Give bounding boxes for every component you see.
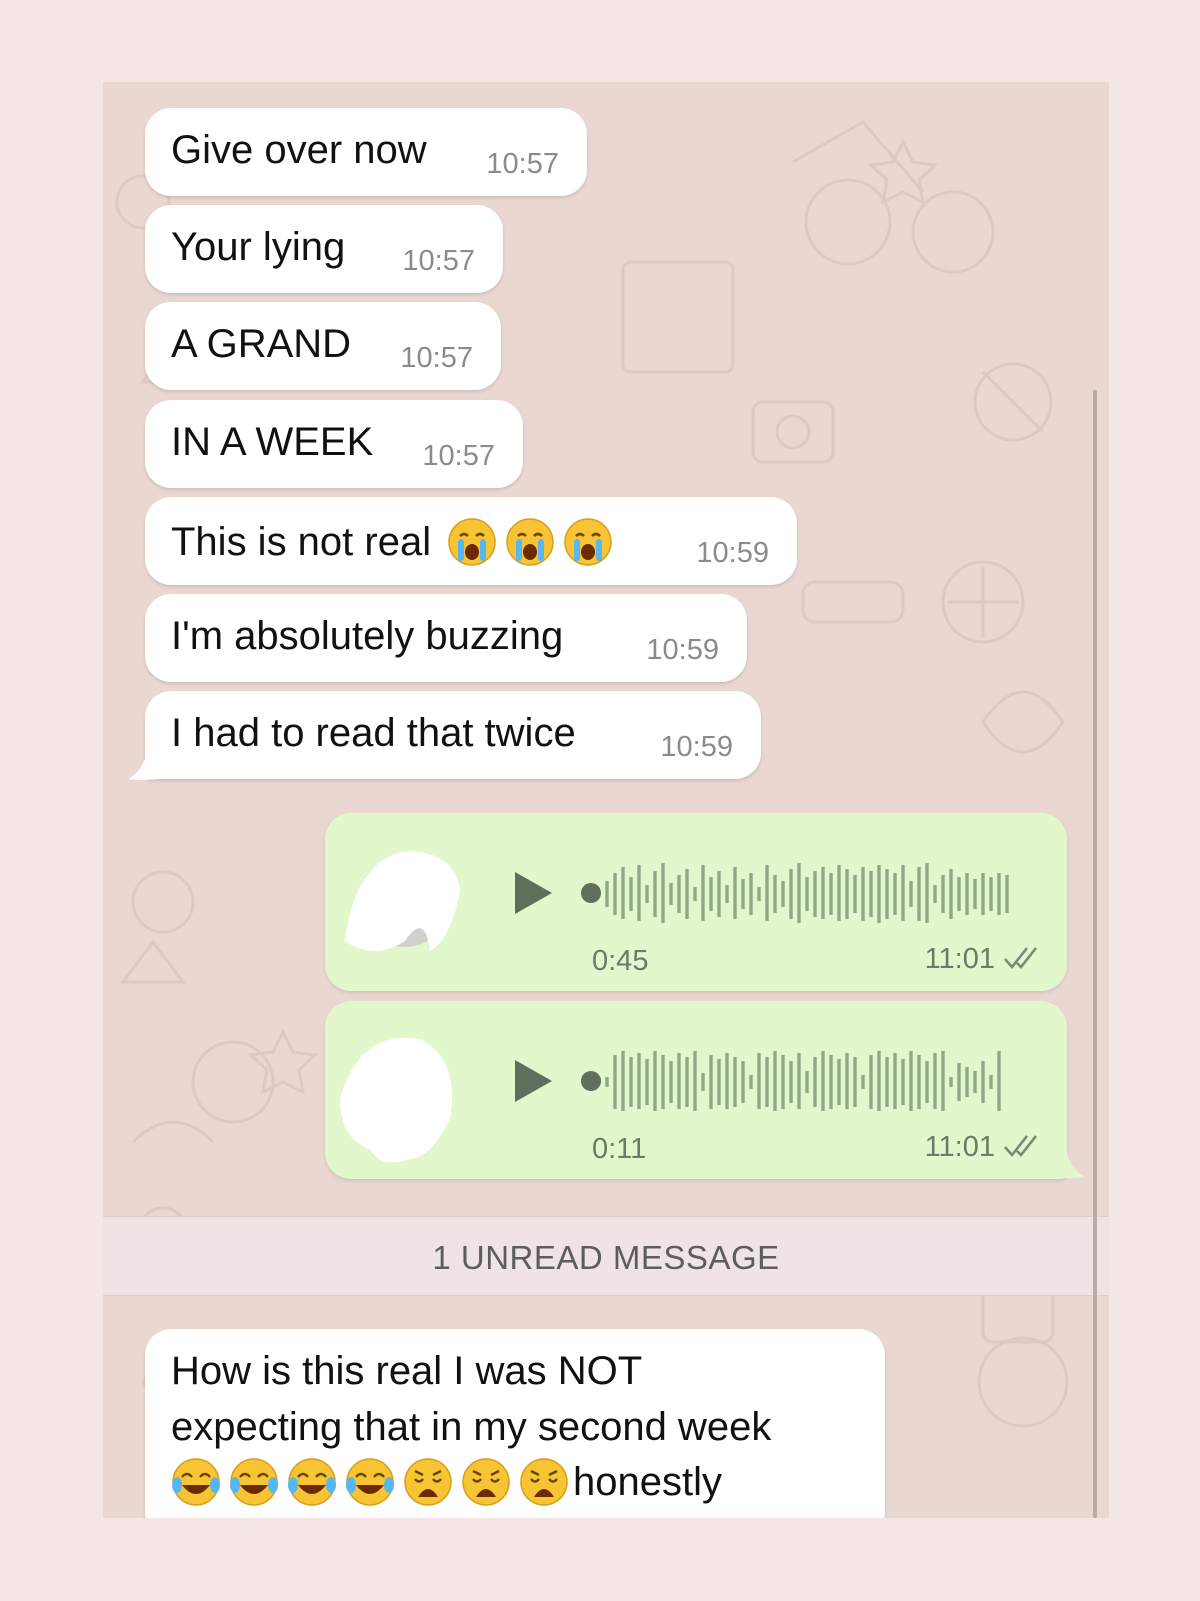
- crying-face-icon: [506, 518, 554, 566]
- joy-face-icon: [230, 1458, 278, 1506]
- message-text: I'm absolutely buzzing: [171, 614, 564, 658]
- message-text: Give over now: [171, 128, 427, 172]
- message-time: 11:01: [924, 943, 995, 975]
- play-icon[interactable]: [511, 1057, 555, 1105]
- page-bottom-margin: [0, 1518, 1200, 1601]
- unread-divider: 1 UNREAD MESSAGE: [103, 1216, 1109, 1296]
- message-time: 10:57: [486, 148, 559, 180]
- chat-wallpaper-doodles: [115, 120, 1069, 1464]
- message-text: IN A WEEK: [171, 420, 374, 464]
- message-text: A GRAND: [171, 322, 352, 366]
- incoming-message[interactable]: IN A WEEK 10:57: [145, 400, 523, 488]
- voice-duration: 0:11: [592, 1133, 647, 1165]
- weary-face-icon: [404, 1458, 452, 1506]
- redacted-avatar: [340, 1037, 452, 1163]
- scrollbar[interactable]: [1093, 390, 1097, 1518]
- incoming-message[interactable]: This is not real 10:59: [145, 497, 797, 585]
- message-time: 10:59: [646, 634, 719, 666]
- message-text: This is not real: [171, 519, 432, 564]
- incoming-message[interactable]: Give over now 10:57: [145, 108, 587, 196]
- message-time: 10:57: [402, 245, 475, 277]
- unread-label: 1 UNREAD MESSAGE: [432, 1239, 780, 1276]
- message-text-row: honestly: [171, 1457, 722, 1507]
- outgoing-voice-note[interactable]: 0:11 11:01: [325, 1001, 1067, 1179]
- message-text: Your lying: [171, 225, 346, 269]
- crying-face-icon: [448, 518, 496, 566]
- play-icon[interactable]: [511, 869, 555, 917]
- bubble-tail: [1055, 1153, 1085, 1178]
- message-time: 10:57: [400, 342, 473, 374]
- message-time: 10:57: [422, 440, 495, 472]
- joy-face-icon: [288, 1458, 336, 1506]
- message-time: 10:59: [660, 731, 733, 763]
- joy-face-icon: [172, 1458, 220, 1506]
- message-time: 11:01: [924, 1131, 995, 1163]
- message-text: expecting that in my second week: [171, 1405, 772, 1449]
- incoming-message[interactable]: A GRAND 10:57: [145, 302, 501, 390]
- message-time: 10:59: [696, 537, 769, 569]
- read-receipt-icon: [1004, 947, 1038, 970]
- message-text-row: This is not real: [171, 517, 613, 567]
- incoming-message[interactable]: I'm absolutely buzzing 10:59: [145, 594, 747, 682]
- weary-face-icon: [520, 1458, 568, 1506]
- outgoing-voice-note[interactable]: 0:45 11:01: [325, 813, 1067, 991]
- read-receipt-icon: [1004, 1135, 1038, 1158]
- message-text: honestly: [573, 1459, 722, 1504]
- weary-face-icon: [462, 1458, 510, 1506]
- incoming-message[interactable]: I had to read that twice 10:59: [145, 691, 761, 779]
- crying-face-icon: [564, 518, 612, 566]
- incoming-message[interactable]: How is this real I was NOT expecting tha…: [145, 1329, 885, 1539]
- incoming-message[interactable]: Your lying 10:57: [145, 205, 503, 293]
- redacted-avatar: [345, 851, 460, 951]
- chat-window: 1 UNREAD MESSAGE: [103, 82, 1109, 1518]
- voice-duration: 0:45: [592, 945, 649, 977]
- voice-waveform[interactable]: [580, 1047, 1020, 1117]
- message-text: How is this real I was NOT: [171, 1349, 643, 1393]
- bubble-tail: [128, 755, 158, 780]
- message-text: I had to read that twice: [171, 711, 576, 755]
- joy-face-icon: [346, 1458, 394, 1506]
- voice-waveform[interactable]: [580, 859, 1020, 929]
